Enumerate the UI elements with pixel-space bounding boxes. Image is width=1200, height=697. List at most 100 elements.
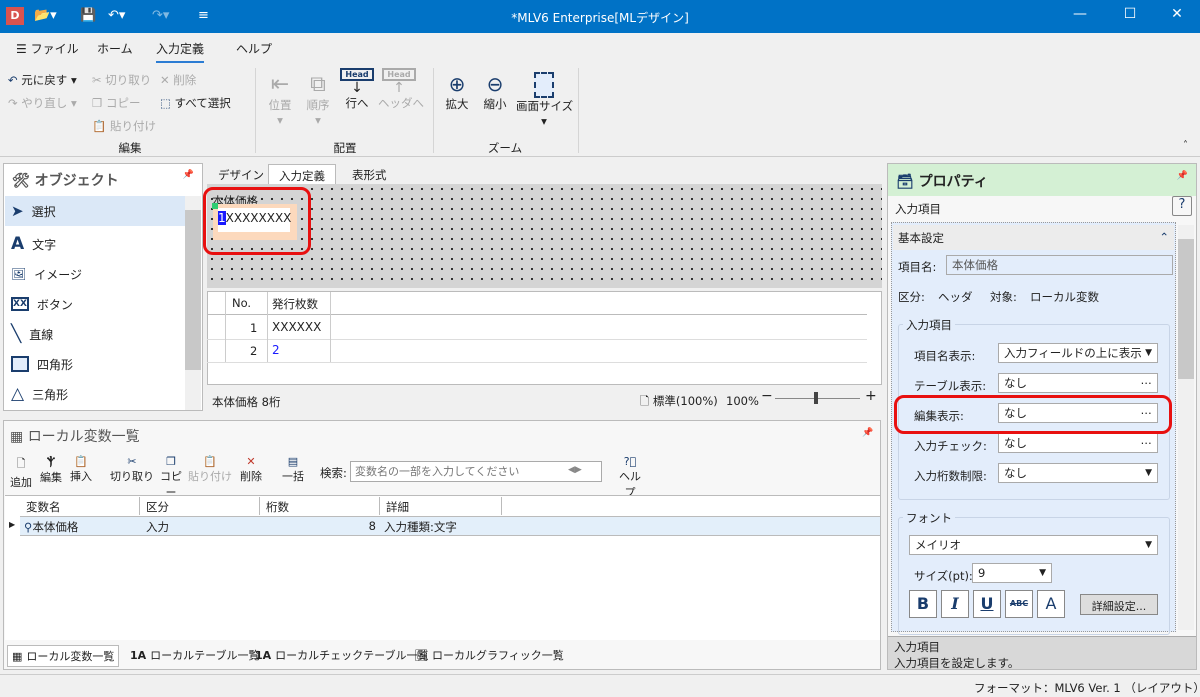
minimize-icon[interactable]: — bbox=[1065, 6, 1095, 22]
collapse-ribbon-icon[interactable]: ˄ bbox=[1183, 140, 1188, 151]
page-icon bbox=[534, 72, 554, 98]
help-icon[interactable]: ? bbox=[1172, 196, 1192, 216]
edit-button[interactable]: Ⲯ 編集 bbox=[36, 455, 66, 485]
underline-button[interactable]: U bbox=[973, 590, 1001, 618]
properties-header: 🗃 プロパティ 📌 bbox=[888, 164, 1196, 196]
object-button[interactable]: XX ボタン bbox=[5, 289, 185, 319]
object-triangle[interactable]: △ 三角形 bbox=[5, 379, 185, 409]
zoom-mode-button[interactable]: 🗋 標準(100%) bbox=[640, 393, 718, 413]
tab-design[interactable]: デザイン bbox=[208, 164, 274, 184]
font-dropdown[interactable]: メイリオ ▼ bbox=[909, 535, 1158, 555]
insert-icon: 📋 bbox=[74, 455, 88, 468]
pin-icon[interactable]: 📌 bbox=[1177, 171, 1188, 181]
line-icon: ╲ bbox=[11, 324, 22, 344]
undo-button[interactable]: ↶ 元に戻す ▾ bbox=[8, 72, 77, 88]
new-file-icon: 🗋 bbox=[16, 457, 26, 470]
tab-file[interactable]: ☰ ファイル bbox=[16, 40, 79, 57]
properties-scrollbar[interactable] bbox=[1178, 225, 1194, 630]
kubun-label: 区分: bbox=[898, 290, 925, 304]
pin-icon[interactable]: 📌 bbox=[862, 428, 873, 438]
select-all-button[interactable]: ⬚ すべて選択 bbox=[160, 95, 231, 111]
search-input[interactable] bbox=[350, 461, 602, 482]
target-value: ローカル変数 bbox=[1030, 290, 1099, 304]
position-button[interactable]: ⇤ 位置 ▾ bbox=[264, 72, 296, 127]
cut-button[interactable]: ✂ 切り取り bbox=[92, 72, 151, 88]
object-image[interactable]: 🖼 イメージ bbox=[5, 259, 185, 289]
insert-button[interactable]: 📋 挿入 bbox=[66, 455, 96, 484]
zoom-out-button[interactable]: ⊖ 縮小 bbox=[481, 72, 509, 112]
font-direction-button[interactable]: A bbox=[1037, 590, 1065, 618]
redo-button[interactable]: ↷ やり直し ▾ bbox=[8, 95, 77, 111]
copy-button[interactable]: ❐ コピー bbox=[92, 95, 140, 111]
close-icon[interactable]: ✕ bbox=[1162, 6, 1192, 22]
tab-help[interactable]: ヘルプ bbox=[236, 40, 272, 57]
add-button[interactable]: 🗋 追加 bbox=[6, 455, 36, 490]
italic-button[interactable]: I bbox=[941, 590, 969, 618]
tab-input-def[interactable]: 入力定義 bbox=[268, 164, 336, 184]
to-row-button[interactable]: Head ↓ 行へ bbox=[340, 68, 374, 111]
name-field[interactable]: 本体価格 bbox=[946, 255, 1173, 275]
search-nav-icon[interactable]: ◀▶ bbox=[568, 465, 582, 475]
object-select[interactable]: ➤ 選択 bbox=[5, 196, 185, 226]
tab-local-tables[interactable]: 1A ローカルテーブル一覧 bbox=[130, 647, 260, 663]
tab-table-format[interactable]: 表形式 bbox=[342, 164, 397, 184]
help-button[interactable]: ?⃝ ヘルプ bbox=[615, 455, 645, 500]
strikethrough-button[interactable]: ABC bbox=[1005, 590, 1033, 618]
copy-button[interactable]: ❐ コピー bbox=[156, 455, 186, 500]
paste-button[interactable]: 📋 貼り付け bbox=[92, 118, 156, 134]
tab-input-definition[interactable]: 入力定義 bbox=[156, 40, 205, 63]
text-icon: A bbox=[11, 234, 25, 254]
table-display-field[interactable]: なし ⋯ bbox=[998, 373, 1158, 393]
object-line[interactable]: ╲ 直線 bbox=[5, 319, 185, 349]
table-list-icon: 1A bbox=[130, 648, 147, 662]
batch-button[interactable]: ▤ 一括 bbox=[278, 455, 308, 484]
input-group-label: 入力項目 bbox=[903, 317, 955, 333]
rectangle-icon bbox=[11, 356, 29, 372]
zoom-out-icon: ⊖ bbox=[486, 72, 504, 96]
cursor-icon: ➤ bbox=[11, 202, 24, 220]
pin-icon[interactable]: 📌 bbox=[183, 170, 194, 180]
zoom-slider-thumb[interactable] bbox=[814, 392, 818, 404]
object-text[interactable]: A 文字 bbox=[5, 229, 185, 259]
cut-button[interactable]: ✂ 切り取り bbox=[110, 455, 154, 484]
kubun-value: ヘッダ bbox=[938, 290, 973, 304]
chevron-down-icon: ▼ bbox=[1145, 468, 1152, 478]
zoom-plus-icon[interactable]: + bbox=[865, 388, 877, 404]
table-icon: ▦ bbox=[10, 429, 24, 445]
scissors-icon: ✂ bbox=[92, 73, 102, 87]
redo-icon: ↷ bbox=[8, 96, 18, 110]
object-rectangle[interactable]: 四角形 bbox=[5, 349, 185, 379]
delete-button[interactable]: ✕ 削除 bbox=[160, 72, 196, 88]
size-dropdown[interactable]: 9 ▼ bbox=[972, 563, 1052, 583]
zoom-minus-icon[interactable]: − bbox=[761, 388, 773, 404]
properties-icon: 🗃 bbox=[896, 174, 914, 190]
maximize-icon[interactable]: ☐ bbox=[1115, 6, 1145, 22]
tab-local-graphics[interactable]: 🖼 ローカルグラフィック一覧 bbox=[414, 647, 564, 663]
tab-local-check-tables[interactable]: 1A ローカルチェックテーブル一覧 bbox=[255, 647, 429, 663]
objects-scrollbar[interactable] bbox=[185, 196, 201, 410]
paste-button[interactable]: 📋 貼り付け bbox=[188, 455, 232, 484]
delete-icon: ✕ bbox=[160, 73, 170, 87]
section-basic[interactable]: 基本設定 ⌃ bbox=[893, 225, 1174, 250]
title-bar: D 📂▾ 💾 ↶▾ ↷▾ ≡ *MLV6 Enterprise[MLデザイン] … bbox=[0, 0, 1200, 33]
screen-size-button[interactable]: 画面サイズ ▾ bbox=[516, 72, 573, 128]
order-button[interactable]: ⧉ 順序 ▾ bbox=[302, 72, 334, 127]
position-icon: ⇤ bbox=[270, 72, 290, 97]
col-header-kubun: 区分 bbox=[140, 497, 260, 515]
to-header-button[interactable]: Head ↑ ヘッダへ bbox=[378, 68, 424, 111]
bold-button[interactable]: B bbox=[909, 590, 937, 618]
grid-cell: 1 bbox=[250, 321, 258, 335]
paste-icon: 📋 bbox=[203, 455, 217, 468]
design-status-left: 本体価格 8桁 bbox=[212, 395, 281, 409]
tab-home[interactable]: ホーム bbox=[97, 40, 133, 57]
input-check-field[interactable]: なし ⋯ bbox=[998, 433, 1158, 453]
delete-button[interactable]: ✕ 削除 bbox=[236, 455, 266, 484]
page-icon: 🗋 bbox=[640, 394, 650, 408]
tab-local-vars[interactable]: ▦ ローカル変数一覧 bbox=[7, 645, 120, 667]
item-name-display-dropdown[interactable]: 入力フィールドの上に表示 ▼ bbox=[998, 343, 1158, 363]
detail-settings-button[interactable]: 詳細設定... bbox=[1080, 594, 1158, 615]
digit-limit-dropdown[interactable]: なし ▼ bbox=[998, 463, 1158, 483]
button-icon: XX bbox=[11, 297, 29, 311]
scissors-icon: ✂ bbox=[127, 455, 137, 468]
zoom-in-button[interactable]: ⊕ 拡大 bbox=[443, 72, 471, 112]
